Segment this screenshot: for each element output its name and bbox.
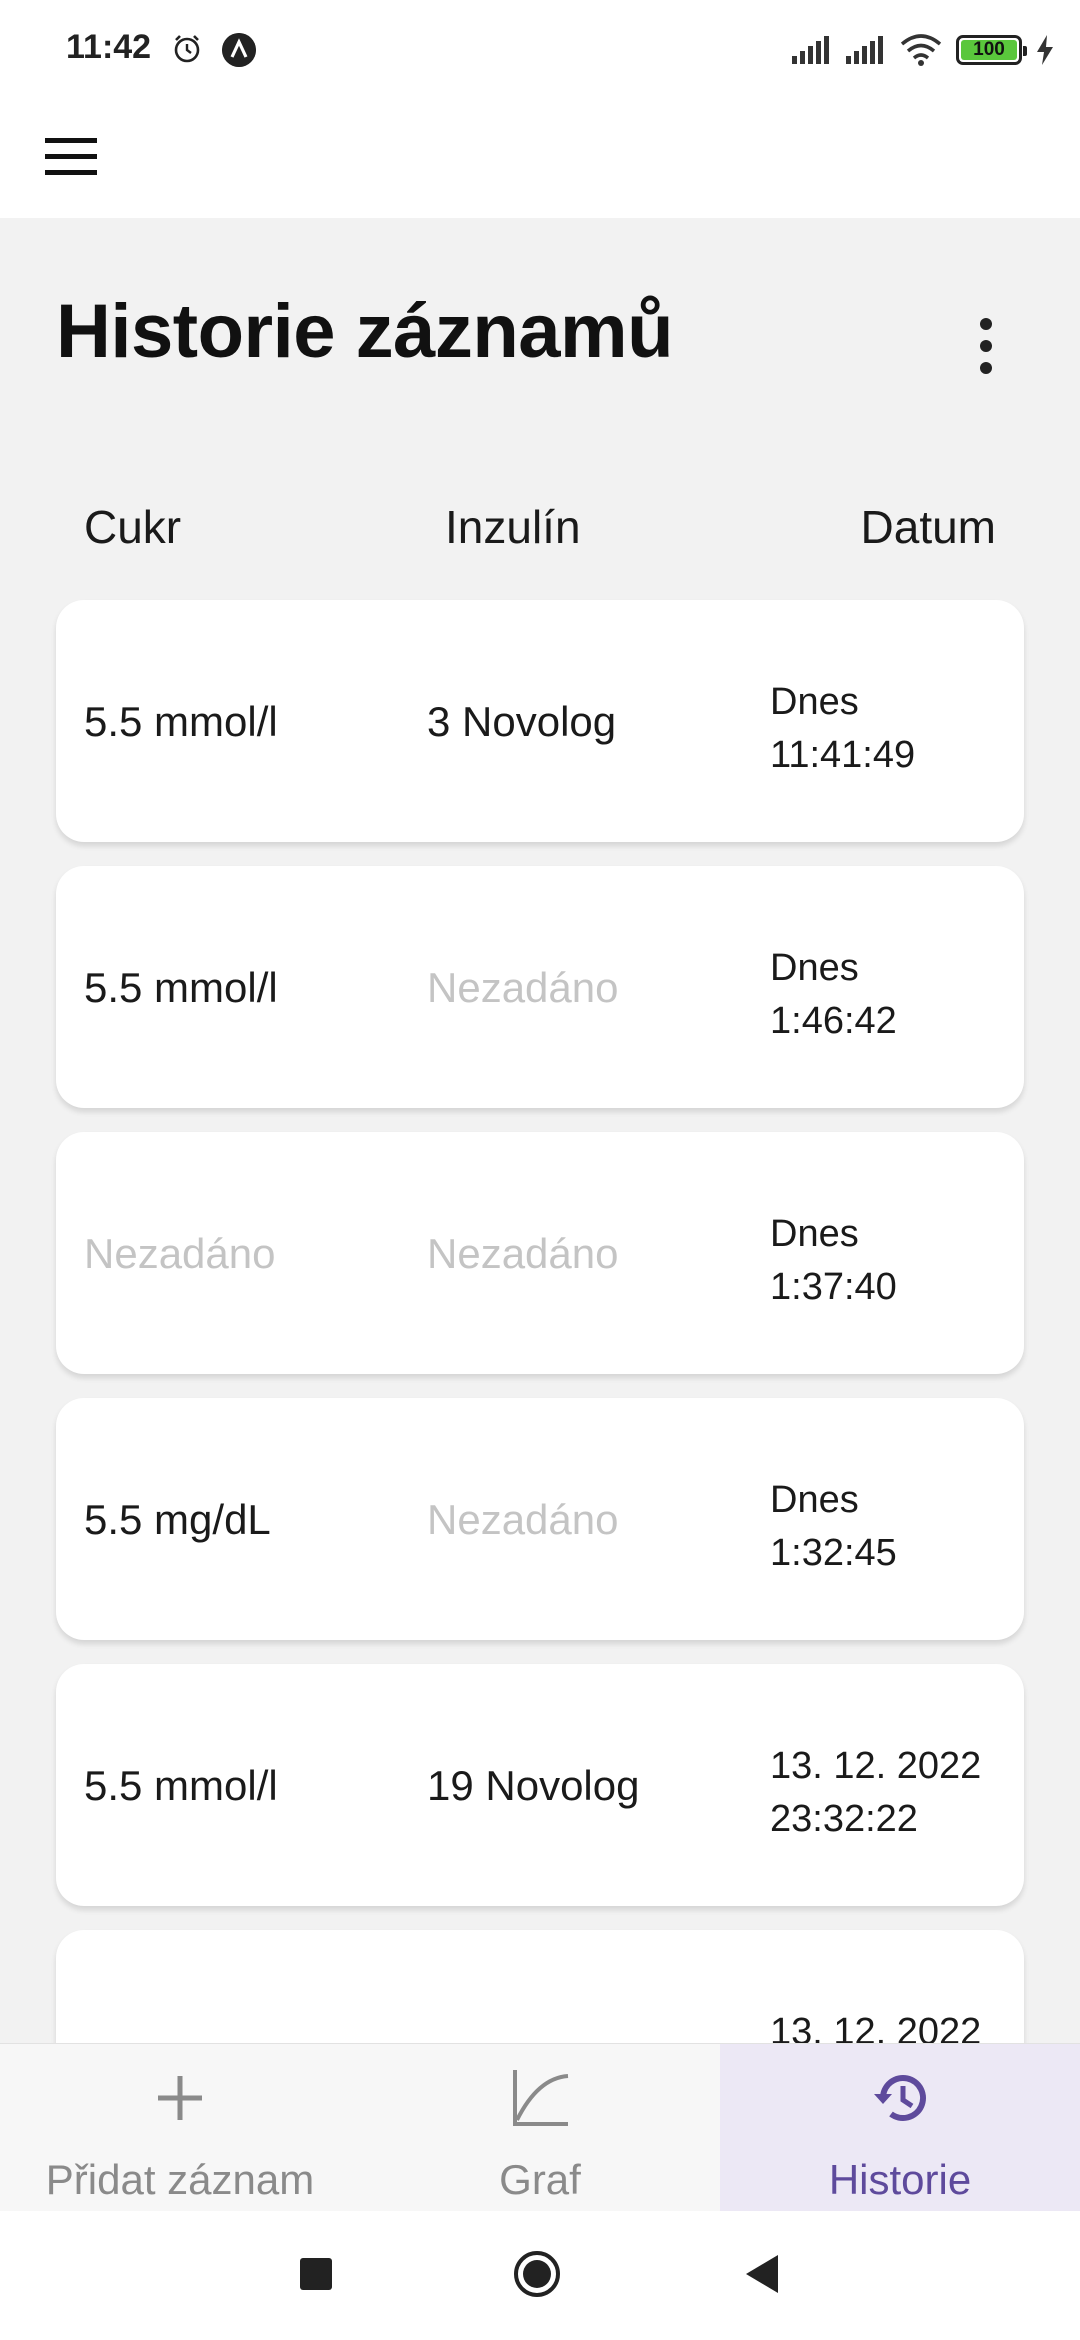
record-insulin: 19 Novolog (427, 1762, 640, 1809)
record-date: Dnes 1:32:45 (770, 1474, 897, 1580)
record-date-day: Dnes (770, 947, 859, 989)
signal-icon-2 (846, 36, 883, 64)
record-date-time: 11:41:49 (770, 734, 916, 776)
record-card[interactable]: 13. 12. 2022 (56, 1930, 1024, 2043)
record-date-day: Dnes (770, 681, 859, 723)
alarm-icon (174, 35, 200, 63)
column-header-date: Datum (860, 501, 996, 553)
wifi-icon (900, 34, 942, 66)
charging-icon (1037, 35, 1053, 65)
status-time: 11:42 (66, 28, 152, 66)
records-list[interactable]: 5.5 mmol/l 3 Novolog Dnes 11:41:49 5.5 m… (56, 600, 1024, 2043)
signal-icon (792, 36, 829, 64)
record-date-time: 23:32:22 (770, 1798, 918, 1840)
record-date-day: Dnes (770, 1213, 859, 1255)
record-date-day: 13. 12. 2022 (770, 2011, 982, 2043)
record-date: Dnes 1:46:42 (770, 942, 897, 1048)
record-date-day: Dnes (770, 1479, 859, 1521)
history-icon (874, 2075, 926, 2121)
record-date: Dnes 11:41:49 (770, 676, 915, 782)
menu-button[interactable] (40, 126, 102, 188)
record-date-time: 1:37:40 (770, 1266, 897, 1308)
battery-icon: 100 (956, 35, 1027, 65)
record-card[interactable]: 5.5 mmol/l 3 Novolog Dnes 11:41:49 (56, 600, 1024, 842)
record-insulin: 3 Novolog (427, 698, 617, 745)
app-bar (0, 98, 1080, 218)
nav-history-label: Historie (828, 2156, 972, 2203)
status-bar: 11:42 100 (0, 0, 1080, 98)
record-date: 13. 12. 2022 23:32:22 (770, 1740, 981, 1846)
back-icon[interactable] (742, 2253, 782, 2295)
record-sugar: 5.5 mmol/l (84, 698, 278, 745)
more-vert-icon (980, 318, 992, 330)
record-date-time: 1:46:42 (770, 1000, 897, 1042)
nav-graph[interactable]: Graf (360, 2044, 720, 2212)
home-icon[interactable] (513, 2250, 561, 2298)
nav-history[interactable]: Historie (720, 2044, 1080, 2212)
plus-icon (158, 2076, 202, 2120)
hamburger-menu-icon (45, 138, 97, 175)
system-navigation-bar (0, 2211, 1080, 2340)
record-date: Dnes 1:37:40 (770, 1208, 897, 1314)
record-sugar: 5.5 mmol/l (84, 1762, 278, 1809)
record-insulin: Nezadáno (427, 1230, 619, 1277)
app-notification-icon (222, 33, 256, 67)
record-card[interactable]: 5.5 mg/dL Nezadáno Dnes 1:32:45 (56, 1398, 1024, 1640)
nav-add-record-label: Přidat záznam (45, 2156, 315, 2203)
recent-apps-icon[interactable] (300, 2258, 332, 2290)
more-options-button[interactable] (950, 298, 1022, 394)
column-header-sugar: Cukr (84, 501, 182, 553)
record-insulin: Nezadáno (427, 964, 619, 1011)
history-screen: Historie záznamů Cukr Inzulín Datum 5.5 … (0, 218, 1080, 2043)
record-date-time: 1:32:45 (770, 1532, 897, 1574)
bottom-navigation: Přidat záznam Graf Historie (0, 2043, 1080, 2212)
record-sugar: Nezadáno (84, 1230, 276, 1277)
record-card[interactable]: 5.5 mmol/l Nezadáno Dnes 1:46:42 (56, 866, 1024, 1108)
record-sugar: 5.5 mmol/l (84, 964, 278, 1011)
record-card[interactable]: Nezadáno Nezadáno Dnes 1:37:40 (56, 1132, 1024, 1374)
page-title: Historie záznamů (56, 289, 674, 374)
record-date-day: 13. 12. 2022 (770, 1745, 982, 1787)
nav-graph-label: Graf (499, 2156, 581, 2203)
record-insulin: Nezadáno (427, 1496, 619, 1543)
status-indicators: 100 (792, 32, 1054, 68)
nav-add-record[interactable]: Přidat záznam (0, 2044, 360, 2212)
record-card[interactable]: 5.5 mmol/l 19 Novolog 13. 12. 2022 23:32… (56, 1664, 1024, 1906)
column-header-insulin: Inzulín (445, 501, 581, 553)
battery-level: 100 (973, 39, 1005, 60)
record-date: 13. 12. 2022 (770, 2006, 981, 2043)
record-sugar: 5.5 mg/dL (84, 1496, 271, 1543)
graph-icon (513, 2070, 569, 2126)
